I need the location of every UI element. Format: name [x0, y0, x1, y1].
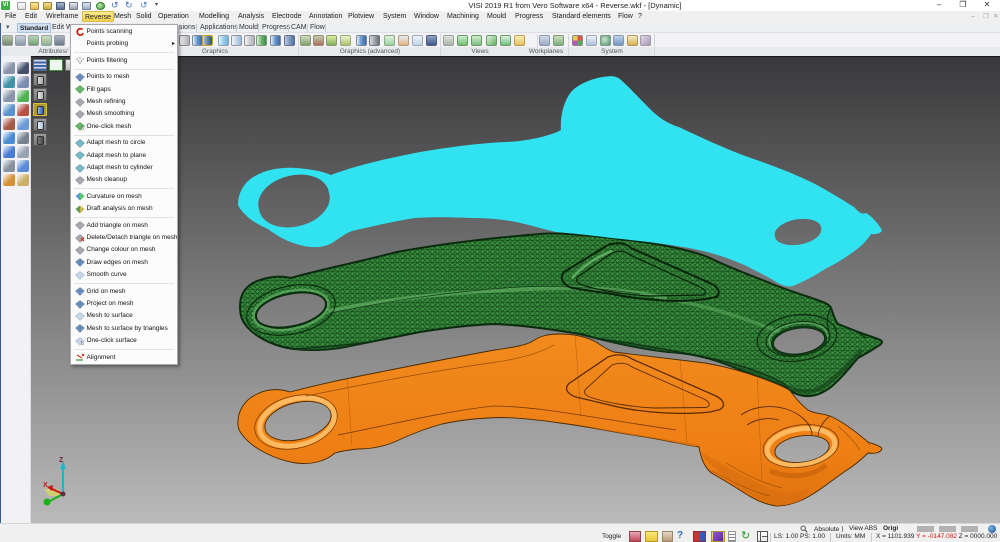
svg-text:Z: Z [59, 457, 64, 464]
svg-text:X: X [43, 482, 48, 489]
